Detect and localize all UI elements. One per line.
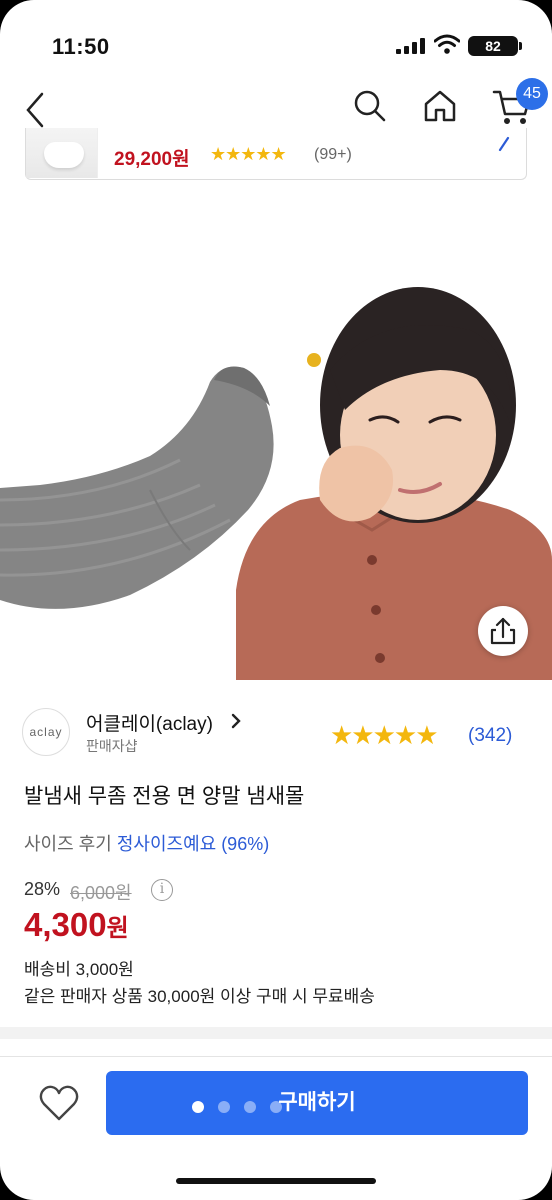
status-bar: 11:50 82 xyxy=(0,0,552,80)
search-icon[interactable] xyxy=(352,88,388,124)
recommended-product-review-count: (99+) xyxy=(314,146,352,163)
screen: 11:50 82 45 29,200원 ★★★★★ (99+) aclay 어클… xyxy=(0,0,552,1200)
cart-count-badge: 45 xyxy=(516,78,548,110)
info-icon[interactable]: i xyxy=(151,879,173,901)
page-dot xyxy=(192,1101,204,1113)
signal-icon xyxy=(396,38,425,54)
size-review-label: 사이즈 후기 xyxy=(24,834,112,854)
product-title: 발냄새 무좀 전용 면 양말 냄새몰 xyxy=(24,785,305,808)
section-divider xyxy=(0,1027,552,1039)
free-shipping-note: 같은 판매자 상품 30,000원 이상 구매 시 무료배송 xyxy=(24,987,375,1006)
page-dot xyxy=(244,1101,256,1113)
seller-logo[interactable]: aclay xyxy=(22,708,70,756)
sock-image xyxy=(0,366,274,609)
wifi-icon xyxy=(434,34,460,54)
sale-price: 4,300원 xyxy=(24,906,129,944)
size-review-value: 정사이즈예요 (96%) xyxy=(116,834,270,854)
back-icon[interactable] xyxy=(22,92,54,128)
buy-button[interactable]: 구매하기 xyxy=(106,1071,528,1135)
chevron-right-icon[interactable] xyxy=(496,136,512,152)
seller-name[interactable]: 어클레이(aclay) xyxy=(86,709,213,736)
original-price: 6,000원 xyxy=(70,883,132,903)
share-icon xyxy=(490,617,516,645)
share-button[interactable] xyxy=(478,606,528,656)
shipping-fee: 배송비 3,000원 xyxy=(24,960,134,979)
rating-stars: ★★★★★ xyxy=(330,720,439,750)
size-review[interactable]: 사이즈 후기 정사이즈예요 (96%) xyxy=(24,830,269,856)
home-indicator xyxy=(176,1178,376,1184)
product-image[interactable] xyxy=(0,200,552,680)
chevron-right-icon[interactable] xyxy=(230,712,242,730)
recommended-product-stars: ★★★★★ xyxy=(210,144,287,164)
sale-price-value: 4,300 xyxy=(24,906,107,943)
page-dot xyxy=(270,1101,282,1113)
discount-rate: 28% xyxy=(24,879,61,899)
image-page-indicator xyxy=(192,1101,292,1113)
review-count-link[interactable]: (342) xyxy=(468,725,512,747)
recommended-product-thumbnail xyxy=(26,128,98,178)
status-time: 11:50 xyxy=(52,34,110,59)
recommended-product-card[interactable]: 29,200원 ★★★★★ (99+) xyxy=(25,128,527,180)
home-icon[interactable] xyxy=(422,88,458,124)
battery-icon: 82 xyxy=(468,36,522,56)
page-dot xyxy=(218,1101,230,1113)
sale-price-unit: 원 xyxy=(106,915,129,942)
recommended-product-price: 29,200원 xyxy=(114,149,190,170)
divider xyxy=(0,1056,552,1057)
heart-icon[interactable] xyxy=(38,1084,80,1122)
seller-type: 판매자샵 xyxy=(86,738,138,754)
